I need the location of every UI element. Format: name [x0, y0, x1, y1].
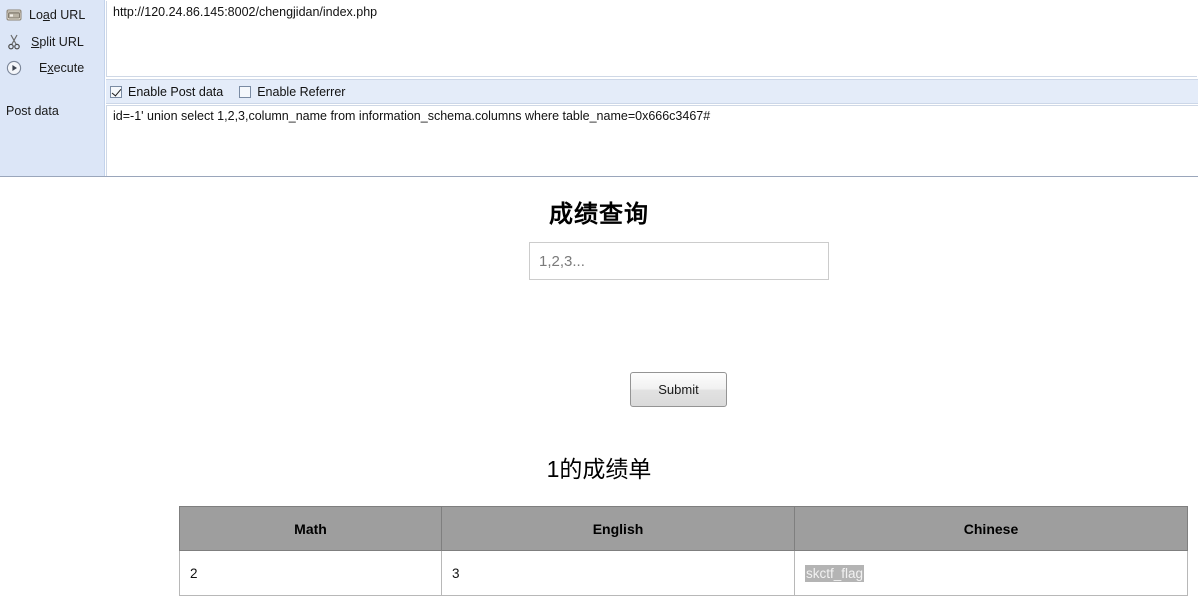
hackbar-options-row: Enable Post data Enable Referrer — [106, 79, 1198, 104]
table-header-math: Math — [179, 506, 442, 551]
page-title: 成绩查询 — [549, 201, 649, 228]
execute-label: Execute — [39, 61, 85, 75]
query-input[interactable] — [529, 242, 829, 280]
page-content: 成绩查询 Submit 1的成绩单 Math English Chinese 2… — [0, 178, 1198, 603]
enable-referrer-label: Enable Referrer — [257, 84, 346, 99]
load-url-button[interactable]: Load URL — [0, 4, 104, 26]
split-url-button[interactable]: Split URL — [0, 31, 104, 53]
checkbox-unchecked-icon[interactable] — [239, 85, 252, 98]
table-header-chinese: Chinese — [794, 506, 1188, 551]
result-title: 1的成绩单 — [546, 456, 652, 482]
enable-post-data-checkbox[interactable]: Enable Post data — [110, 85, 223, 99]
split-url-label: Split URL — [31, 35, 84, 49]
cell-chinese: skctf_flag — [794, 550, 1188, 596]
checkbox-checked-icon[interactable] — [110, 85, 122, 98]
enable-post-data-label: Enable Post data — [128, 84, 224, 99]
selected-text: skctf_flag — [805, 564, 865, 582]
execute-button[interactable]: Execute — [0, 57, 104, 79]
scissors-icon — [3, 32, 25, 52]
load-url-icon — [3, 5, 25, 25]
hackbar-toolbar: Load URL Split URL Execute Post data htt… — [0, 0, 1198, 177]
table-row: 2 3 skctf_flag — [179, 550, 1188, 596]
result-table: Math English Chinese 2 3 skctf_flag — [179, 506, 1188, 596]
hackbar-sidebar: Load URL Split URL Execute Post data — [0, 0, 105, 176]
url-input[interactable]: http://120.24.86.145:8002/chengjidan/ind… — [106, 1, 1197, 77]
cell-english: 3 — [441, 550, 795, 596]
table-header-row: Math English Chinese — [179, 506, 1188, 551]
play-circle-icon — [3, 58, 25, 78]
enable-referrer-checkbox[interactable]: Enable Referrer — [239, 85, 345, 99]
submit-button[interactable]: Submit — [630, 372, 727, 407]
cell-math: 2 — [179, 550, 442, 596]
load-url-label: Load URL — [29, 8, 86, 22]
table-header-english: English — [441, 506, 795, 551]
post-data-label: Post data — [6, 104, 59, 118]
post-data-input[interactable]: id=-1' union select 1,2,3,column_name fr… — [106, 105, 1198, 176]
